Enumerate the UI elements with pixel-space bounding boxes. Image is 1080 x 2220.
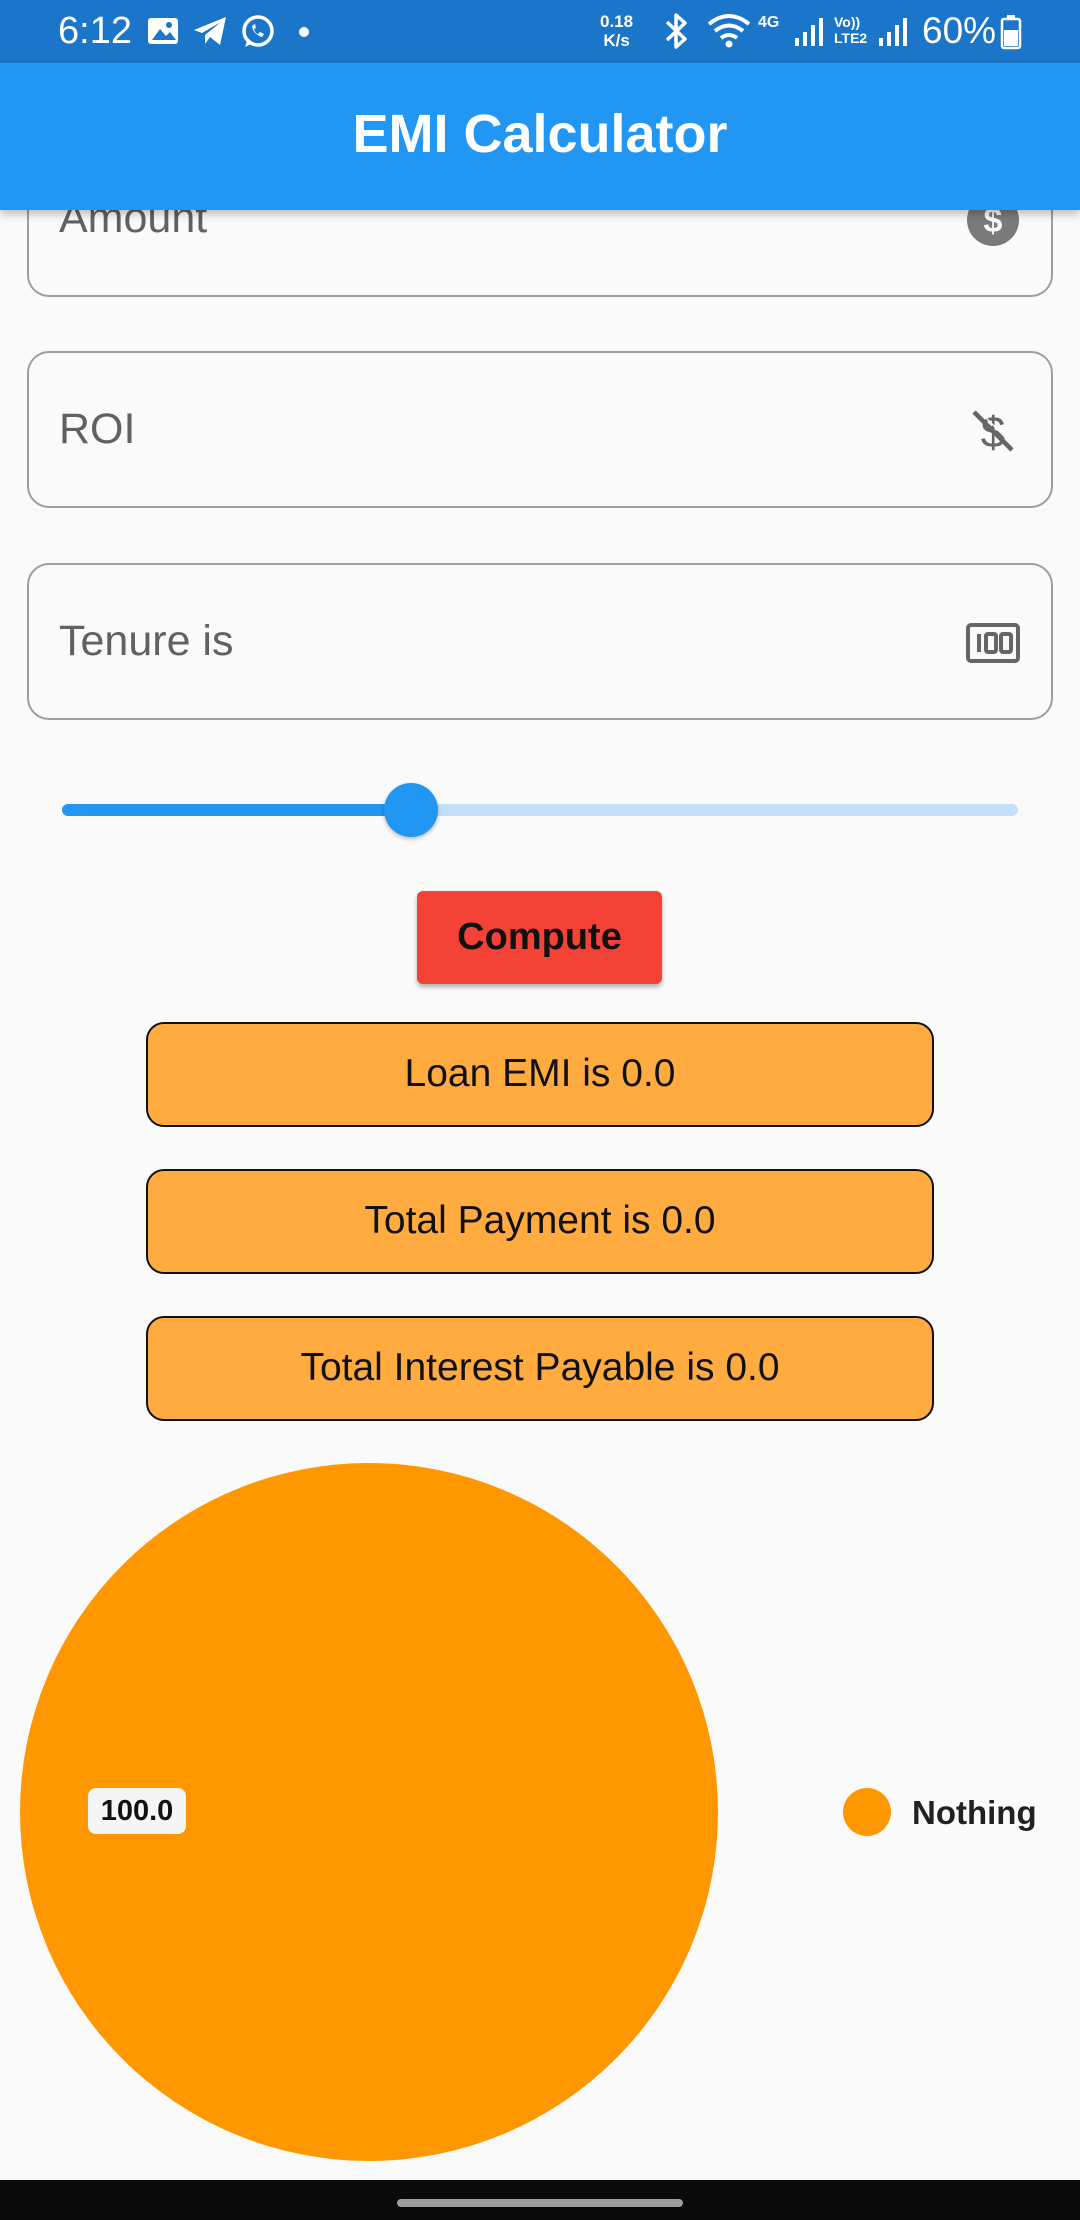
status-time: 6:12 [58,10,132,52]
signal-strength-icon [794,16,824,53]
status-bar: 6:12 0.18 K/s 4G Vo)) LTE2 60% [0,0,1080,63]
bluetooth-icon [662,12,690,55]
telegram-icon [192,14,228,53]
tenure-field[interactable]: Tenure is [27,563,1053,720]
total-interest-result: Total Interest Payable is 0.0 [146,1316,934,1421]
network-type-4g: 4G [758,14,780,31]
network-speed: 0.18 K/s [600,12,633,50]
legend-marker [843,1788,891,1836]
roi-label: ROI [59,405,136,453]
pie-chart: 100.0 Nothing [0,1450,1080,2180]
battery-percentage: 60% [922,10,997,51]
roi-field[interactable]: ROI $ [27,351,1053,508]
tenure-slider[interactable] [62,783,1018,837]
100-counter-icon [965,615,1021,671]
pie-value-label: 100.0 [88,1788,186,1834]
money-off-icon: $ [965,403,1021,459]
pie-value-label-text: 100.0 [101,1795,174,1827]
compute-button[interactable]: Compute [417,891,662,984]
home-gesture-handle[interactable] [397,2199,683,2207]
app-title: EMI Calculator [352,104,728,164]
navigation-bar [0,2180,1080,2220]
slider-thumb[interactable] [383,783,438,837]
tenure-label: Tenure is [59,617,234,665]
total-payment-result: Total Payment is 0.0 [146,1169,934,1274]
wifi-icon [706,12,752,55]
notification-dot-icon [298,25,310,43]
slider-active-track [62,804,411,816]
gallery-icon [146,14,180,53]
app-bar: EMI Calculator [0,63,1080,210]
network-speed-unit: K/s [603,31,630,50]
loan-emi-result: Loan EMI is 0.0 [146,1022,934,1127]
signal-strength-2-icon [878,16,908,53]
whatsapp-icon [240,14,276,55]
battery-icon [1000,14,1022,55]
network-speed-value: 0.18 [600,12,634,31]
pie-chart-svg: 100.0 Nothing [20,1463,1037,2161]
legend-label: Nothing [912,1794,1037,1831]
volte-indicator: Vo)) LTE2 [834,14,868,46]
emi-calculator-screen: 6:12 0.18 K/s 4G Vo)) LTE2 60% EMI Calcu… [0,0,1080,2220]
